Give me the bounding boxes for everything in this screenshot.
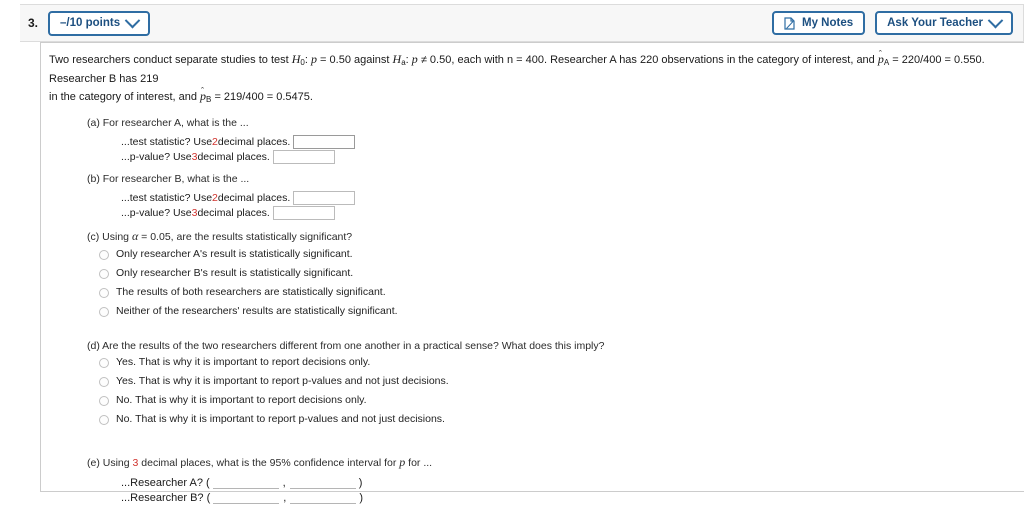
radio-icon[interactable] — [99, 288, 109, 298]
chevron-down-icon — [124, 12, 141, 28]
h0-value-text: = 0.50 against — [317, 54, 393, 66]
option-label: No. That is why it is important to repor… — [116, 413, 445, 425]
part-c-options: Only researcher A's result is statistica… — [49, 247, 1014, 318]
part-c-option-0[interactable]: Only researcher A's result is statistica… — [99, 247, 1014, 261]
part-c-heading-suffix: = 0.05, are the results statistically si… — [138, 231, 353, 243]
interval-close-paren: ) — [358, 476, 363, 489]
part-e-heading-mid: decimal places, what is the 95% confiden… — [138, 457, 400, 469]
part-a-heading: (a) For researcher A, what is the ... — [87, 117, 249, 129]
part-d-option-2[interactable]: No. That is why it is important to repor… — [99, 393, 1014, 407]
ask-your-teacher-button[interactable]: Ask Your Teacher — [875, 11, 1013, 35]
researcher-b-upper-input[interactable] — [290, 489, 357, 504]
part-b-test-statistic-input[interactable] — [293, 190, 356, 205]
part-b-heading: (b) For researcher B, what is the ... — [87, 173, 250, 185]
part-c-option-3[interactable]: Neither of the researchers' results are … — [99, 304, 1014, 318]
part-a-ts-suffix: decimal places. — [217, 135, 291, 148]
my-notes-button[interactable]: My Notes — [772, 11, 866, 35]
part-c-heading-prefix: (c) Using — [87, 231, 132, 243]
part-e-heading: (e) Using 3 decimal places, what is the … — [87, 455, 1014, 470]
part-c-heading: (c) Using α = 0.05, are the results stat… — [87, 229, 1014, 244]
part-d-option-3[interactable]: No. That is why it is important to repor… — [99, 412, 1014, 426]
problem-statement: Two researchers conduct separate studies… — [49, 49, 1014, 108]
ha-symbol: H — [392, 52, 402, 66]
interval-close-paren: ) — [359, 491, 363, 504]
part-e-researcher-a-row: ...Researcher A? ( , ) — [121, 474, 1014, 489]
part-b-pv-prefix: ...p-value? Use — [121, 206, 192, 219]
ask-your-teacher-label: Ask Your Teacher — [887, 17, 983, 29]
researcher-b-label: ...Researcher B? ( — [121, 491, 211, 504]
part-b-ts-suffix: decimal places. — [217, 191, 291, 204]
part-a-pv-prefix: ...p-value? Use — [121, 150, 192, 163]
part-e-researcher-b-row: ...Researcher B? ( , ) — [121, 489, 1014, 504]
part-b-ts-prefix: ...test statistic? Use — [121, 191, 213, 204]
points-label: –/10 points — [60, 17, 121, 29]
part-c-option-2[interactable]: The results of both researchers are stat… — [99, 285, 1014, 299]
part-a-test-statistic-row: ...test statistic? Use 2 decimal places. — [121, 134, 1014, 149]
part-b-pv-suffix: decimal places. — [197, 206, 270, 219]
researcher-a-label: ...Researcher A? ( — [121, 476, 210, 489]
stem-text-1: Two researchers conduct separate studies… — [49, 54, 292, 66]
part-a-pv-suffix: decimal places. — [197, 150, 270, 163]
p-hat-a-symbol: ˆp — [877, 49, 884, 66]
part-a-pvalue-input[interactable] — [272, 149, 335, 164]
option-label: Yes. That is why it is important to repo… — [116, 375, 449, 387]
part-c-option-1[interactable]: Only researcher B's result is statistica… — [99, 266, 1014, 280]
question-header-bar: 3. –/10 points My Notes Ask Your Teacher — [20, 4, 1024, 42]
part-a-test-statistic-input[interactable] — [293, 134, 356, 149]
part-d-options: Yes. That is why it is important to repo… — [49, 355, 1014, 426]
part-d-option-1[interactable]: Yes. That is why it is important to repo… — [99, 374, 1014, 388]
part-d-option-0[interactable]: Yes. That is why it is important to repo… — [99, 355, 1014, 369]
radio-icon[interactable] — [99, 415, 109, 425]
p-hat-b-symbol: ˆp — [200, 86, 207, 103]
option-label: No. That is why it is important to repor… — [116, 394, 367, 406]
option-label: Neither of the researchers' results are … — [116, 305, 398, 317]
option-label: Only researcher B's result is statistica… — [116, 267, 354, 279]
researcher-b-lower-input[interactable] — [213, 489, 280, 504]
radio-icon[interactable] — [99, 396, 109, 406]
part-b-pvalue-input[interactable] — [272, 205, 335, 220]
part-e-heading-prefix: (e) Using — [87, 457, 133, 469]
points-dropdown-button[interactable]: –/10 points — [48, 10, 151, 36]
researcher-a-upper-input[interactable] — [289, 474, 356, 489]
radio-icon[interactable] — [99, 377, 109, 387]
option-label: The results of both researchers are stat… — [116, 286, 386, 298]
radio-icon[interactable] — [99, 358, 109, 368]
stem-text-2: in the category of interest, and — [49, 91, 201, 103]
interval-separator: , — [282, 476, 286, 489]
part-e-heading-suffix: for ... — [405, 457, 433, 469]
ha-value-text: ≠ 0.50, each with n = 400. Researcher A … — [417, 54, 878, 66]
question-number: 3. — [28, 16, 39, 30]
part-b-pvalue-row: ...p-value? Use 3 decimal places. — [121, 205, 1014, 220]
chevron-down-icon — [987, 12, 1004, 28]
part-a-pvalue-row: ...p-value? Use 3 decimal places. — [121, 149, 1014, 164]
part-b-test-statistic-row: ...test statistic? Use 2 decimal places. — [121, 190, 1014, 205]
interval-separator: , — [283, 491, 287, 504]
radio-icon[interactable] — [99, 307, 109, 317]
radio-icon[interactable] — [99, 269, 109, 279]
part-a-ts-prefix: ...test statistic? Use — [121, 135, 213, 148]
option-label: Yes. That is why it is important to repo… — [116, 356, 371, 368]
my-notes-label: My Notes — [802, 17, 854, 29]
part-d-heading: (d) Are the results of the two researche… — [87, 340, 605, 352]
option-label: Only researcher A's result is statistica… — [116, 248, 353, 260]
p-hat-b-value: = 219/400 = 0.5475. — [211, 91, 313, 103]
note-page-icon — [784, 16, 795, 30]
question-content-panel: Two researchers conduct separate studies… — [40, 42, 1024, 504]
radio-icon[interactable] — [99, 250, 109, 260]
researcher-a-lower-input[interactable] — [212, 474, 279, 489]
header-actions: My Notes Ask Your Teacher — [772, 11, 1013, 35]
